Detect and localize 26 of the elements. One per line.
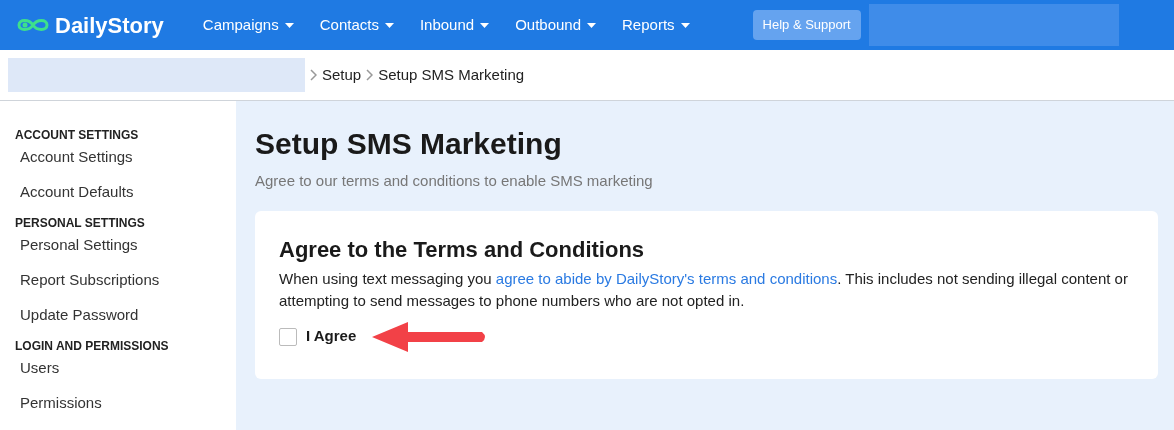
- nav-menu[interactable]: Campaigns: [189, 13, 307, 37]
- page-title: Setup SMS Marketing: [255, 126, 563, 162]
- checkbox-label: I Agree: [306, 326, 357, 347]
- nav-menu[interactable]: Inbound: [406, 13, 503, 37]
- breadcrumb-link[interactable]: Setup SMS Marketing: [378, 63, 525, 87]
- page-subtitle: Agree to our terms and conditions to enable SMS marketing: [255, 171, 654, 191]
- chevron-icon: [310, 69, 317, 81]
- brand-name: DailyStory: [55, 11, 164, 40]
- card-title: Agree to the Terms and Conditions: [279, 235, 646, 264]
- nav-menu[interactable]: Outbound: [502, 13, 610, 37]
- caret-icon: [284, 22, 294, 28]
- sidebar-item[interactable]: Update Password: [15, 298, 236, 333]
- caret-icon: [480, 22, 490, 28]
- logo-icon: [15, 16, 51, 34]
- breadcrumb-link[interactable]: Setup: [322, 63, 362, 87]
- caret-icon: [587, 22, 597, 28]
- caret-icon: [384, 22, 394, 28]
- terms-text: When using text messaging you agree to abide by DailyStory's terms and conditions. This includes not sending illegal content or attempting to send messages to phone numbers who are not opted in.: [279, 268, 1129, 311]
- sidebar-item[interactable]: Report Subscriptions: [15, 263, 236, 298]
- nav-menu[interactable]: Contacts: [306, 13, 407, 37]
- sidebar-item[interactable]: Account Defaults: [15, 175, 236, 210]
- checkbox[interactable]: [279, 327, 297, 346]
- caret-icon: [680, 22, 690, 28]
- sidebar-item[interactable]: Permissions: [15, 386, 236, 421]
- chevron-icon: [366, 69, 374, 81]
- nav-menu[interactable]: Reports: [609, 13, 703, 37]
